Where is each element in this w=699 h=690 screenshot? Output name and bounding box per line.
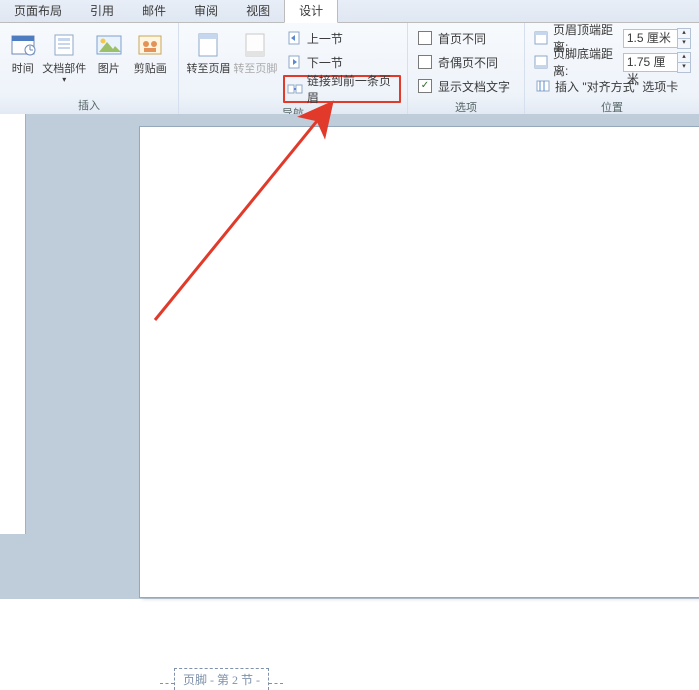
link-to-previous-icon	[287, 81, 303, 97]
goto-header-label: 转至页眉	[186, 63, 230, 76]
header-distance-icon	[533, 30, 549, 46]
datetime-button[interactable]: 时间	[6, 27, 40, 76]
checkbox-icon	[418, 31, 432, 45]
tab-page-layout[interactable]: 页面布局	[0, 0, 76, 22]
tab-strip: 页面布局 引用 邮件 审阅 视图 设计	[0, 0, 699, 23]
insert-align-tab-button[interactable]: 插入 "对齐方式" 选项卡	[531, 75, 693, 97]
footer-bottom-distance-row: 页脚底端距离: 1.75 厘米 ▴▾	[531, 51, 693, 73]
goto-footer-icon	[239, 29, 271, 61]
link-to-previous-button[interactable]: 链接到前一条页眉	[283, 75, 401, 103]
show-doc-text-label: 显示文档文字	[438, 78, 510, 95]
footer-bottom-spinner[interactable]: ▴▾	[677, 52, 691, 73]
quickparts-button[interactable]: 文档部件 ▾	[40, 27, 89, 84]
next-section-icon	[287, 54, 303, 70]
chevron-down-icon: ▾	[62, 75, 66, 84]
vertical-ruler[interactable]	[0, 114, 26, 534]
prev-section-label: 上一节	[307, 30, 343, 47]
goto-footer-button[interactable]: 转至页脚	[232, 27, 279, 76]
align-tab-icon	[535, 78, 551, 94]
datetime-icon	[7, 29, 39, 61]
tab-review[interactable]: 审阅	[180, 0, 232, 22]
group-insert-label: 插入	[0, 95, 178, 115]
footer-section-marker-label: 页脚 - 第 2 节 -	[174, 668, 269, 690]
picture-label: 图片	[98, 63, 120, 76]
prev-section-button[interactable]: 上一节	[283, 27, 401, 49]
odd-even-diff-checkbox[interactable]: 奇偶页不同	[414, 51, 514, 73]
datetime-label: 时间	[12, 63, 34, 76]
tab-reference[interactable]: 引用	[76, 0, 128, 22]
footer-bottom-distance-label: 页脚底端距离:	[553, 45, 619, 79]
group-position: 页眉顶端距离: 1.5 厘米 ▴▾ 页脚底端距离: 1.75 厘米 ▴▾ 插入 …	[525, 23, 699, 115]
footer-distance-icon	[533, 54, 549, 70]
checkbox-checked-icon: ✓	[418, 79, 432, 93]
insert-align-tab-label: 插入 "对齐方式" 选项卡	[555, 78, 678, 95]
ribbon: 时间 文档部件 ▾ 图片 剪贴画 插入	[0, 23, 699, 117]
checkbox-icon	[418, 55, 432, 69]
goto-header-button[interactable]: 转至页眉	[185, 27, 232, 76]
document-workspace: 页脚 - 第 2 节 -	[0, 114, 699, 599]
link-to-previous-label: 链接到前一条页眉	[307, 72, 395, 106]
odd-even-diff-label: 奇偶页不同	[438, 54, 498, 71]
header-top-spinner[interactable]: ▴▾	[677, 28, 691, 49]
prev-section-icon	[287, 30, 303, 46]
group-insert: 时间 文档部件 ▾ 图片 剪贴画 插入	[0, 23, 179, 115]
first-page-diff-label: 首页不同	[438, 30, 486, 47]
footer-section-marker: 页脚 - 第 2 节 -	[160, 668, 283, 690]
next-section-label: 下一节	[307, 54, 343, 71]
group-options: 首页不同 奇偶页不同 ✓ 显示文档文字 选项	[408, 23, 525, 115]
next-section-button[interactable]: 下一节	[283, 51, 401, 73]
quickparts-icon	[48, 29, 80, 61]
header-top-distance-input[interactable]: 1.5 厘米	[623, 29, 678, 48]
clipart-button[interactable]: 剪贴画	[129, 27, 172, 76]
tab-design[interactable]: 设计	[284, 0, 338, 23]
goto-footer-label: 转至页脚	[233, 63, 277, 76]
group-navigation: 转至页眉 转至页脚 上一节 下一节 链接到前一条页眉	[179, 23, 408, 115]
show-doc-text-checkbox[interactable]: ✓ 显示文档文字	[414, 75, 514, 97]
clipart-label: 剪贴画	[134, 63, 167, 76]
goto-header-icon	[192, 29, 224, 61]
first-page-diff-checkbox[interactable]: 首页不同	[414, 27, 514, 49]
clipart-icon	[134, 29, 166, 61]
tab-view[interactable]: 视图	[232, 0, 284, 22]
document-page[interactable]	[140, 127, 699, 597]
footer-bottom-distance-input[interactable]: 1.75 厘米	[623, 53, 678, 72]
picture-icon	[93, 29, 125, 61]
picture-button[interactable]: 图片	[89, 27, 129, 76]
tab-mail[interactable]: 邮件	[128, 0, 180, 22]
